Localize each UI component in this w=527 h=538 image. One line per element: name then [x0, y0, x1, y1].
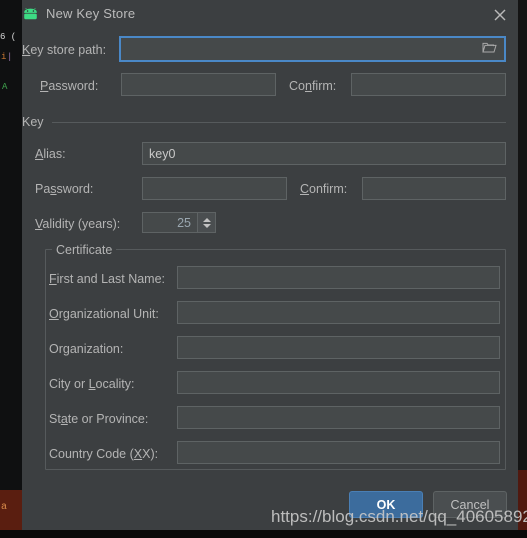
key-password-label-rest: sword:: [56, 182, 94, 196]
cert-organizational-unit-label-rest: rganizational Unit:: [58, 307, 159, 321]
android-icon: [22, 6, 39, 21]
chevron-down-icon[interactable]: [202, 223, 211, 228]
chevron-up-icon[interactable]: [202, 217, 211, 222]
key-validity-label: Validity (years):: [35, 217, 121, 231]
key-validity-value: 25: [177, 215, 191, 230]
cert-first-last-name-input[interactable]: [177, 266, 500, 289]
key-store-password-label-rest: assword:: [48, 79, 99, 93]
cert-country-code-label: Country Code (XX):: [49, 447, 159, 461]
cert-first-last-name-label: First and Last Name:: [49, 272, 166, 286]
key-alias-label: Alias:: [35, 147, 66, 161]
cert-state-province-label-rest: te or Province:: [67, 412, 149, 426]
key-validity-label-rest: alidity (years):: [42, 217, 121, 231]
key-password-input[interactable]: [142, 177, 287, 200]
cert-city-locality-label-rest: ocality:: [95, 377, 135, 391]
code-fragment-3: A: [2, 82, 8, 92]
key-store-path-input[interactable]: [119, 36, 506, 62]
close-icon[interactable]: [490, 5, 510, 25]
key-alias-value: key0: [149, 146, 176, 161]
cert-organizational-unit-input[interactable]: [177, 301, 500, 324]
key-group-title: Key: [22, 115, 44, 129]
key-alias-input[interactable]: key0: [142, 142, 506, 165]
ide-editor-sliver: [0, 0, 22, 490]
key-store-password-input[interactable]: [121, 73, 276, 96]
key-confirm-label-rest: onfirm:: [309, 182, 348, 196]
folder-icon[interactable]: [482, 42, 497, 57]
cert-state-province-label: State or Province:: [49, 412, 149, 426]
cert-city-locality-input[interactable]: [177, 371, 500, 394]
code-fragment-2: |: [7, 52, 13, 62]
cert-organization-input[interactable]: [177, 336, 500, 359]
console-fragment: a: [1, 502, 8, 513]
key-validity-input[interactable]: 25: [142, 212, 198, 233]
cert-country-code-input[interactable]: [177, 441, 500, 464]
key-store-confirm-label-rest: firm:: [311, 79, 337, 93]
code-fragment-1: i: [1, 52, 7, 62]
cert-first-last-name-label-rest: irst and Last Name:: [56, 272, 166, 286]
key-store-path-label: Key store path:: [22, 43, 107, 57]
key-password-label: Password:: [35, 182, 94, 196]
dialog-title: New Key Store: [46, 6, 136, 21]
key-group-separator: [52, 122, 506, 123]
new-key-store-dialog: New Key Store Key store path: Password: …: [22, 0, 518, 530]
cert-city-locality-label: City or Locality:: [49, 377, 135, 391]
key-validity-stepper[interactable]: 25: [142, 212, 216, 233]
cert-state-province-input[interactable]: [177, 406, 500, 429]
code-fragment-0: 6 (: [0, 32, 17, 42]
key-store-password-label: Password:: [40, 79, 99, 93]
cert-organizational-unit-label: Organizational Unit:: [49, 307, 159, 321]
key-store-confirm-label: Confirm:: [289, 79, 337, 93]
key-validity-arrows[interactable]: [198, 212, 216, 233]
key-confirm-label: Confirm:: [300, 182, 348, 196]
key-store-confirm-input[interactable]: [351, 73, 506, 96]
dialog-titlebar: New Key Store: [22, 0, 518, 29]
key-store-path-label-rest: ey store path:: [30, 43, 107, 57]
cert-organization-label: Organization:: [49, 342, 124, 356]
cert-country-code-label-rest: X):: [142, 447, 159, 461]
key-confirm-input[interactable]: [362, 177, 506, 200]
cert-organization-label-rest: anization:: [69, 342, 124, 356]
certificate-group-title: Certificate: [52, 243, 117, 257]
watermark-text: https://blog.csdn.net/qq_40605892: [271, 507, 527, 526]
screenshot-root: 6 ( i | A a New Key Store Key store path…: [0, 0, 527, 538]
ide-bottom-strip: [0, 530, 527, 538]
key-alias-label-rest: lias:: [43, 147, 66, 161]
ide-right-sliver: [518, 0, 527, 490]
